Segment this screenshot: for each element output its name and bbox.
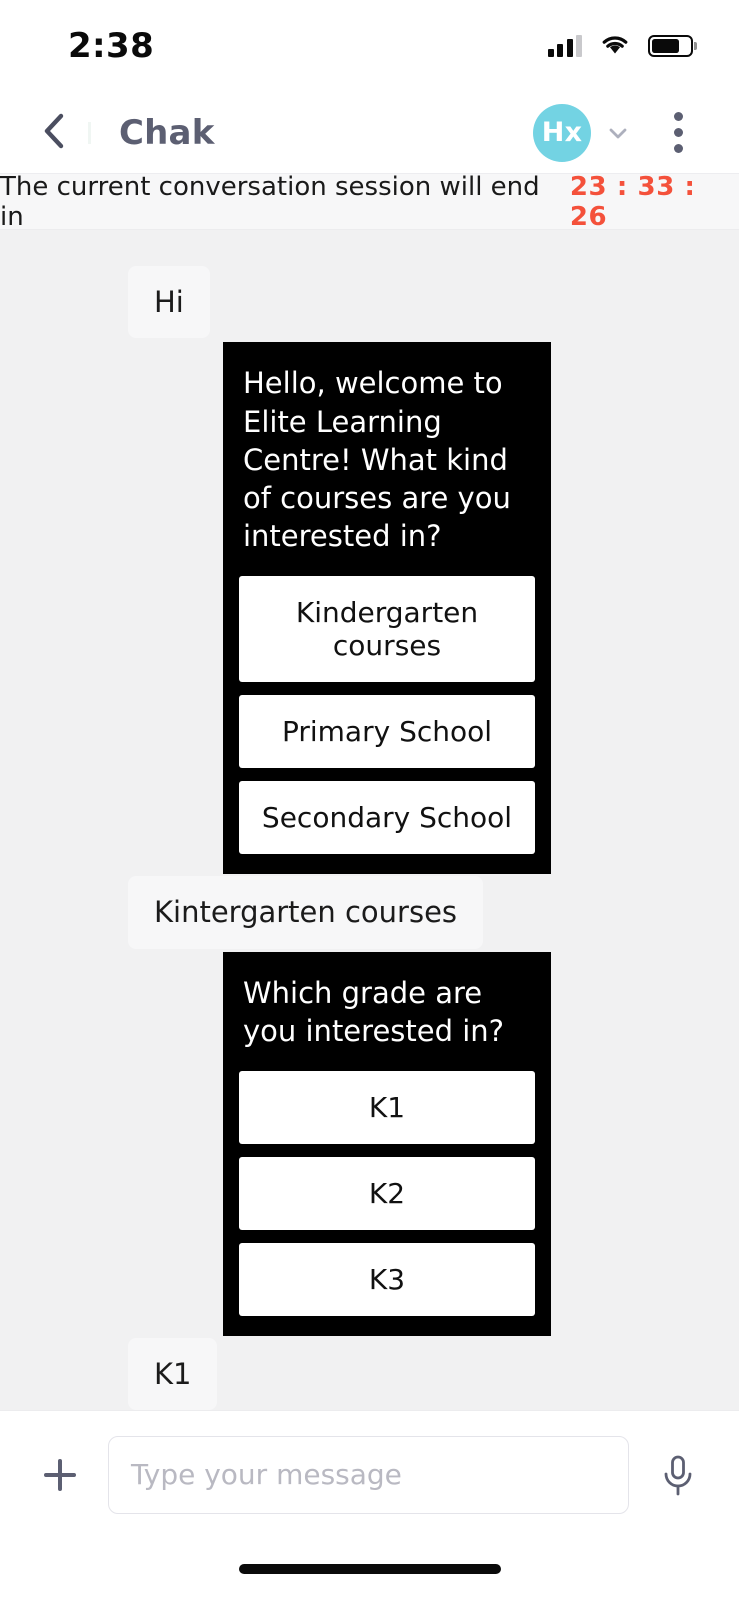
- bot-card-option[interactable]: Primary School: [239, 694, 535, 768]
- message-row-user: K1: [0, 1337, 739, 1410]
- status-time: 2:38: [68, 26, 155, 66]
- nav-right-actions: Hx: [533, 103, 701, 162]
- home-indicator[interactable]: [238, 1564, 501, 1574]
- bot-card-text: Hello, welcome to Elite Learning Centre!…: [243, 366, 511, 554]
- bot-card-option[interactable]: Kindergarten courses: [239, 575, 535, 682]
- chevron-down-icon[interactable]: [605, 120, 631, 146]
- message-row-bot: Hello, welcome to Elite Learning Centre!…: [0, 342, 739, 874]
- bot-card-option[interactable]: K3: [239, 1242, 535, 1316]
- nav-divider: [88, 121, 91, 144]
- bot-card-option[interactable]: Secondary School: [239, 780, 535, 854]
- message-input[interactable]: Type your message: [108, 1435, 629, 1514]
- chat-message-list[interactable]: Hi Hello, welcome to Elite Learning Cent…: [0, 230, 739, 1410]
- back-button[interactable]: [32, 111, 76, 155]
- bot-card: Which grade are you interested in? K1 K2…: [223, 952, 551, 1336]
- bot-card-option[interactable]: K1: [239, 1070, 535, 1144]
- microphone-icon[interactable]: [651, 1448, 705, 1502]
- plus-icon[interactable]: [34, 1449, 86, 1501]
- kebab-menu-icon[interactable]: [655, 110, 701, 156]
- bot-card-text: Which grade are you interested in?: [243, 976, 505, 1049]
- session-timer: 23 : 33 : 26: [569, 171, 696, 232]
- message-row-user: Kintergarten courses: [0, 876, 739, 949]
- page-title: Chak: [119, 112, 215, 153]
- nav-bar: Chak Hx: [0, 92, 739, 174]
- session-banner-text: The current conversation session will en…: [0, 171, 540, 232]
- message-input-bar: Type your message: [0, 1410, 739, 1538]
- home-indicator-area: [0, 1538, 739, 1600]
- user-message-bubble: Kintergarten courses: [128, 876, 484, 949]
- cellular-signal-icon: [547, 35, 582, 57]
- phone-screen: 2:38 Chak Hx The current conversation se…: [0, 0, 739, 1600]
- user-message-bubble: K1: [128, 1337, 218, 1410]
- wifi-icon: [599, 32, 631, 60]
- bot-card-option[interactable]: K2: [239, 1156, 535, 1230]
- bot-card: Hello, welcome to Elite Learning Centre!…: [223, 342, 551, 874]
- battery-icon: [648, 35, 693, 57]
- session-banner: The current conversation session will en…: [0, 171, 739, 232]
- status-bar: 2:38: [0, 0, 739, 92]
- status-icons: [547, 32, 693, 60]
- avatar[interactable]: Hx: [533, 103, 591, 162]
- message-row-user: Hi: [0, 266, 739, 339]
- message-input-placeholder: Type your message: [131, 1458, 402, 1491]
- chevron-left-icon: [41, 111, 67, 155]
- user-message-bubble: Hi: [128, 266, 210, 339]
- message-row-bot: Which grade are you interested in? K1 K2…: [0, 952, 739, 1336]
